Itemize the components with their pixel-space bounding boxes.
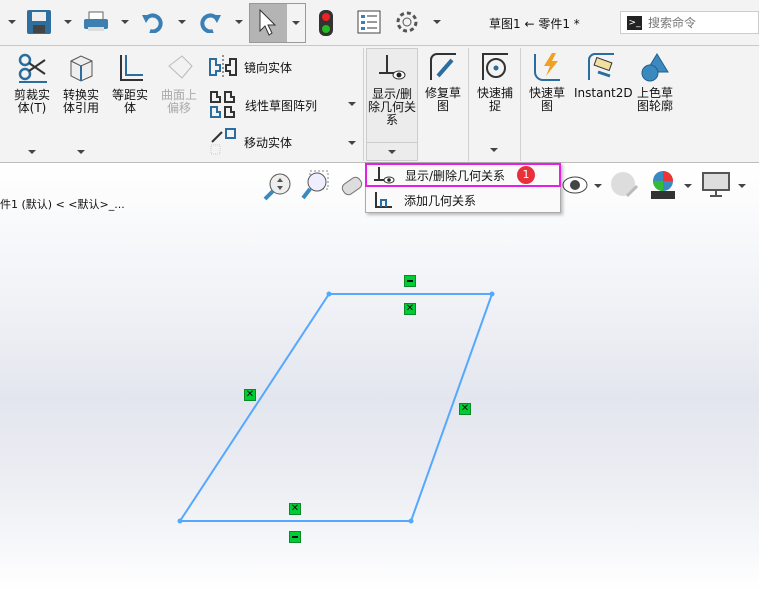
- chevron-down-icon[interactable]: [433, 20, 441, 24]
- add-relation-icon: [375, 192, 392, 208]
- options-gear-icon[interactable]: [393, 8, 421, 36]
- chevron-down-icon[interactable]: [64, 20, 72, 24]
- chevron-down-icon[interactable]: [77, 150, 85, 154]
- chevron-down-icon[interactable]: [348, 102, 356, 106]
- linear-pattern-icon: [210, 91, 235, 118]
- print-icon[interactable]: [83, 11, 109, 35]
- convert-label: 转换实体引用: [62, 88, 99, 115]
- chevron-down-icon[interactable]: [292, 21, 300, 25]
- shaded-sketch-contours-button[interactable]: 上色草图轮廓: [632, 52, 678, 113]
- undo-icon[interactable]: [142, 11, 164, 33]
- shaded-contour-icon: [641, 53, 669, 82]
- linear-pattern-button[interactable]: 线性草图阵列: [209, 90, 317, 120]
- offset-on-surface-button: 曲面上偏移: [157, 52, 201, 115]
- relations-eye-icon: [374, 167, 395, 184]
- terminal-icon: >_: [627, 15, 642, 30]
- snap-icon: [482, 53, 508, 80]
- shaded-contours-label: 上色草图轮廓: [636, 86, 673, 113]
- rebuild-traffic-light-icon[interactable]: [318, 9, 334, 37]
- convert-entities-button[interactable]: 转换实体引用: [59, 52, 103, 115]
- mirror-entities-button[interactable]: 镜向实体: [208, 55, 292, 79]
- quick-snaps-label: 快速捕捉: [476, 86, 513, 113]
- mirror-label: 镜向实体: [244, 60, 293, 75]
- save-icon[interactable]: [26, 9, 52, 35]
- chevron-down-icon[interactable]: [121, 20, 129, 24]
- quick-snaps-button[interactable]: 快速捕捉: [472, 52, 518, 113]
- rapid-sketch-button[interactable]: 快速草图: [524, 52, 570, 113]
- move-label: 移动实体: [244, 135, 293, 150]
- repair-sketch-button[interactable]: 修复草图: [420, 52, 466, 113]
- chevron-down-icon[interactable]: [8, 20, 16, 24]
- move-entities-button[interactable]: 移动实体: [210, 128, 292, 156]
- cube-icon: [70, 55, 93, 82]
- menu-item-label: 添加几何关系: [404, 193, 477, 208]
- chevron-down-icon[interactable]: [235, 20, 243, 24]
- parallel-relation-icon[interactable]: ✕: [404, 303, 416, 315]
- redo-icon[interactable]: [199, 11, 221, 33]
- horizontal-relation-icon[interactable]: [289, 531, 301, 543]
- window-title: 草图1 ← 零件1 *: [489, 17, 580, 31]
- offset-entities-button[interactable]: 等距实体: [108, 52, 152, 115]
- instant2d-button[interactable]: Instant2D: [574, 52, 633, 100]
- relations-dropdown-menu: 显示/删除几何关系 1 添加几何关系: [365, 162, 561, 213]
- search-commands-field[interactable]: >_ 搜索命令: [620, 11, 759, 34]
- sketch-ribbon: 剪裁实体(T) 转换实体引用 等距实体 曲面上偏移 镜向实体 线性草图阵列 移动…: [0, 46, 759, 163]
- trim-entities-button[interactable]: 剪裁实体(T): [10, 52, 54, 115]
- relations-eye-icon: [379, 55, 406, 80]
- scissors-icon: [18, 53, 47, 83]
- sketch-canvas[interactable]: [0, 164, 759, 592]
- mirror-icon: [209, 55, 237, 79]
- menu-item-show-remove-relations[interactable]: 显示/删除几何关系 1: [365, 163, 561, 187]
- offset-icon: [120, 55, 143, 81]
- select-button[interactable]: [249, 3, 306, 43]
- search-placeholder: 搜索命令: [648, 16, 697, 30]
- offset-label: 等距实体: [111, 88, 148, 115]
- instant2d-label: Instant2D: [574, 86, 633, 100]
- file-properties-icon[interactable]: [357, 10, 381, 34]
- offset-surface-label: 曲面上偏移: [160, 88, 197, 115]
- parallel-relation-icon[interactable]: ✕: [459, 403, 471, 415]
- step-badge: 1: [517, 166, 536, 184]
- parallelogram-sketch[interactable]: [178, 293, 494, 522]
- sketch-point[interactable]: [408, 518, 414, 524]
- menu-item-label: 显示/删除几何关系: [405, 168, 506, 183]
- sketch-point[interactable]: [489, 291, 495, 297]
- instant2d-icon: [588, 53, 614, 80]
- linear-pattern-label: 线性草图阵列: [245, 98, 318, 113]
- show-remove-relations-button[interactable]: 显示/删除几何关系: [366, 48, 418, 161]
- chevron-down-icon[interactable]: [348, 141, 356, 145]
- graphics-area[interactable]: 件1 (默认) < <默认>_... ✕ ✕ ✕ ✕: [0, 164, 759, 592]
- chevron-down-icon[interactable]: [178, 20, 186, 24]
- rapid-sketch-label: 快速草图: [528, 86, 565, 113]
- horizontal-relation-icon[interactable]: [404, 275, 416, 287]
- chevron-down-icon[interactable]: [490, 148, 498, 152]
- surface-offset-icon: [168, 55, 193, 79]
- menu-item-add-relation[interactable]: 添加几何关系: [366, 188, 560, 212]
- lightning-icon: [534, 53, 560, 81]
- wrench-icon: [430, 53, 456, 80]
- show-relations-label: 显示/删除几何关系: [367, 87, 416, 127]
- move-icon: [210, 128, 236, 155]
- parallel-relation-icon[interactable]: ✕: [289, 503, 301, 515]
- chevron-down-icon[interactable]: [28, 150, 36, 154]
- sketch-point[interactable]: [326, 291, 332, 297]
- relations-dropdown-toggle[interactable]: [367, 142, 417, 160]
- repair-label: 修复草图: [424, 86, 461, 113]
- sketch-point[interactable]: [177, 518, 183, 524]
- parallel-relation-icon[interactable]: ✕: [244, 389, 256, 401]
- trim-label: 剪裁实体(T): [13, 88, 50, 115]
- quick-access-toolbar: 草图1 ← 零件1 * >_ 搜索命令: [0, 0, 759, 46]
- cursor-icon: [259, 9, 277, 36]
